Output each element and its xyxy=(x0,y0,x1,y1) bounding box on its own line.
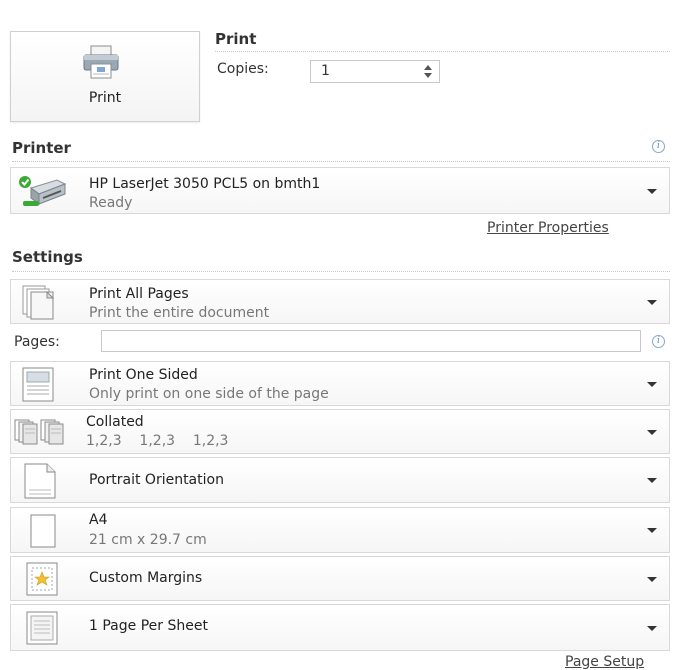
info-icon[interactable]: i xyxy=(652,335,665,348)
printer-section-title: Printer xyxy=(12,139,71,157)
paper-size-title: A4 xyxy=(89,512,108,528)
collation-subtitle: 1,2,3 1,2,3 1,2,3 xyxy=(86,433,229,449)
pages-per-sheet-dropdown[interactable]: 1 Page Per Sheet xyxy=(10,604,670,651)
chevron-down-icon xyxy=(647,626,657,631)
page-per-sheet-icon xyxy=(17,610,77,650)
printer-icon xyxy=(81,44,121,86)
pages-stack-icon xyxy=(17,284,77,324)
margins-title: Custom Margins xyxy=(89,570,203,586)
chevron-down-icon xyxy=(647,528,657,533)
divider xyxy=(215,51,670,52)
settings-section-title: Settings xyxy=(12,248,83,266)
print-range-subtitle: Print the entire document xyxy=(89,305,270,321)
paper-size-subtitle: 21 cm x 29.7 cm xyxy=(89,532,207,548)
print-range-title: Print All Pages xyxy=(89,286,189,302)
divider xyxy=(12,161,670,162)
pages-per-sheet-title: 1 Page Per Sheet xyxy=(89,618,208,634)
orientation-dropdown[interactable]: Portrait Orientation xyxy=(10,457,670,503)
custom-margins-icon xyxy=(17,561,77,601)
print-button[interactable]: Print xyxy=(10,31,200,122)
page-setup-link[interactable]: Page Setup xyxy=(565,654,644,670)
collated-icon xyxy=(13,416,85,450)
sides-subtitle: Only print on one side of the page xyxy=(89,386,329,402)
chevron-down-icon xyxy=(647,430,657,435)
printer-name: HP LaserJet 3050 PCL5 on bmth1 xyxy=(89,176,321,192)
paper-size-dropdown[interactable]: A4 21 cm x 29.7 cm xyxy=(10,507,670,553)
chevron-down-icon xyxy=(647,189,657,194)
collation-dropdown[interactable]: Collated 1,2,3 1,2,3 1,2,3 xyxy=(10,409,670,454)
printer-dropdown[interactable]: HP LaserJet 3050 PCL5 on bmth1 Ready xyxy=(10,167,670,214)
margins-dropdown[interactable]: Custom Margins xyxy=(10,556,670,601)
spin-arrows-icon[interactable] xyxy=(421,61,435,82)
collation-title: Collated xyxy=(86,414,144,430)
print-section-title: Print xyxy=(215,30,257,48)
chevron-down-icon xyxy=(647,382,657,387)
portrait-page-icon xyxy=(17,462,77,504)
printer-properties-link[interactable]: Printer Properties xyxy=(487,220,609,236)
info-icon[interactable]: i xyxy=(652,140,665,153)
orientation-title: Portrait Orientation xyxy=(89,472,224,488)
pages-label: Pages: xyxy=(14,334,60,350)
print-button-label: Print xyxy=(88,90,122,106)
print-range-dropdown[interactable]: Print All Pages Print the entire documen… xyxy=(10,279,670,324)
chevron-down-icon xyxy=(647,577,657,582)
pages-input[interactable] xyxy=(101,330,641,352)
copies-stepper[interactable]: 1 xyxy=(310,60,440,83)
copies-label: Copies: xyxy=(217,61,269,77)
chevron-down-icon xyxy=(647,300,657,305)
chevron-down-icon xyxy=(647,478,657,483)
printer-ready-icon xyxy=(17,174,79,214)
copies-value: 1 xyxy=(321,63,330,79)
sides-dropdown[interactable]: Print One Sided Only print on one side o… xyxy=(10,361,670,406)
paper-size-icon xyxy=(17,513,77,553)
one-sided-page-icon xyxy=(17,366,77,406)
sides-title: Print One Sided xyxy=(89,367,198,383)
printer-status: Ready xyxy=(89,195,133,211)
divider xyxy=(12,271,670,272)
